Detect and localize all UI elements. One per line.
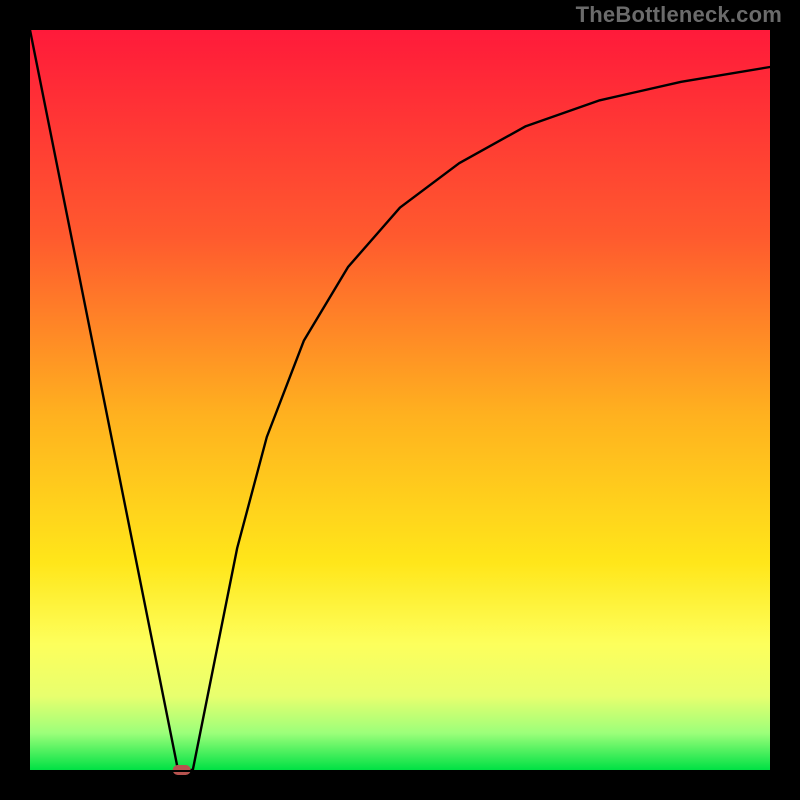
gradient-background bbox=[30, 30, 770, 770]
bottleneck-chart bbox=[0, 0, 800, 800]
chart-frame: TheBottleneck.com bbox=[0, 0, 800, 800]
